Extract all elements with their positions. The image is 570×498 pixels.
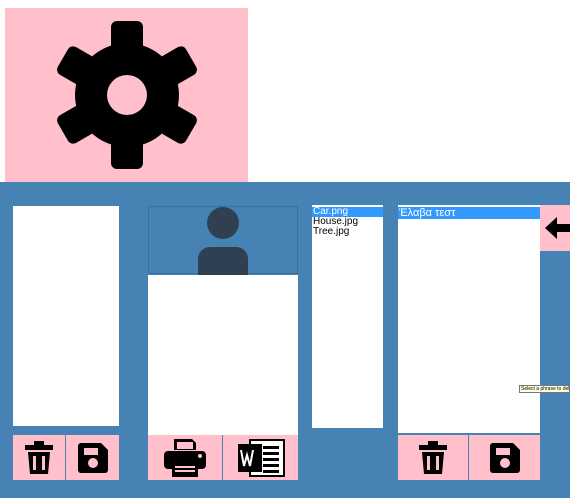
left-save-button[interactable] (66, 435, 119, 480)
left-text-area[interactable] (13, 206, 119, 426)
printer-icon (164, 438, 206, 477)
floppy-disk-icon (489, 442, 520, 473)
tooltip: Select a phrase to delete (519, 385, 570, 393)
arrow-left-icon (545, 217, 570, 239)
phrase-listbox[interactable]: Έλαβα τεστ (398, 205, 540, 433)
word-document-icon (237, 438, 285, 477)
phrase-save-button[interactable] (469, 435, 540, 480)
list-item[interactable]: Έλαβα τεστ (398, 207, 540, 219)
word-export-button[interactable] (223, 435, 298, 480)
floppy-disk-icon (77, 442, 108, 473)
gear-icon (56, 21, 197, 169)
left-delete-button[interactable] (13, 435, 65, 480)
middle-text-area[interactable] (148, 275, 298, 435)
back-button[interactable] (540, 205, 570, 251)
print-button[interactable] (148, 435, 222, 480)
avatar (148, 206, 298, 275)
image-listbox[interactable]: Car.png House.jpg Tree.jpg (312, 205, 383, 428)
list-item[interactable]: Tree.jpg (312, 227, 383, 237)
phrase-delete-button[interactable] (398, 435, 468, 480)
trash-icon (25, 440, 53, 474)
trash-icon (419, 440, 447, 474)
person-icon (198, 207, 248, 275)
settings-button[interactable] (5, 8, 248, 182)
